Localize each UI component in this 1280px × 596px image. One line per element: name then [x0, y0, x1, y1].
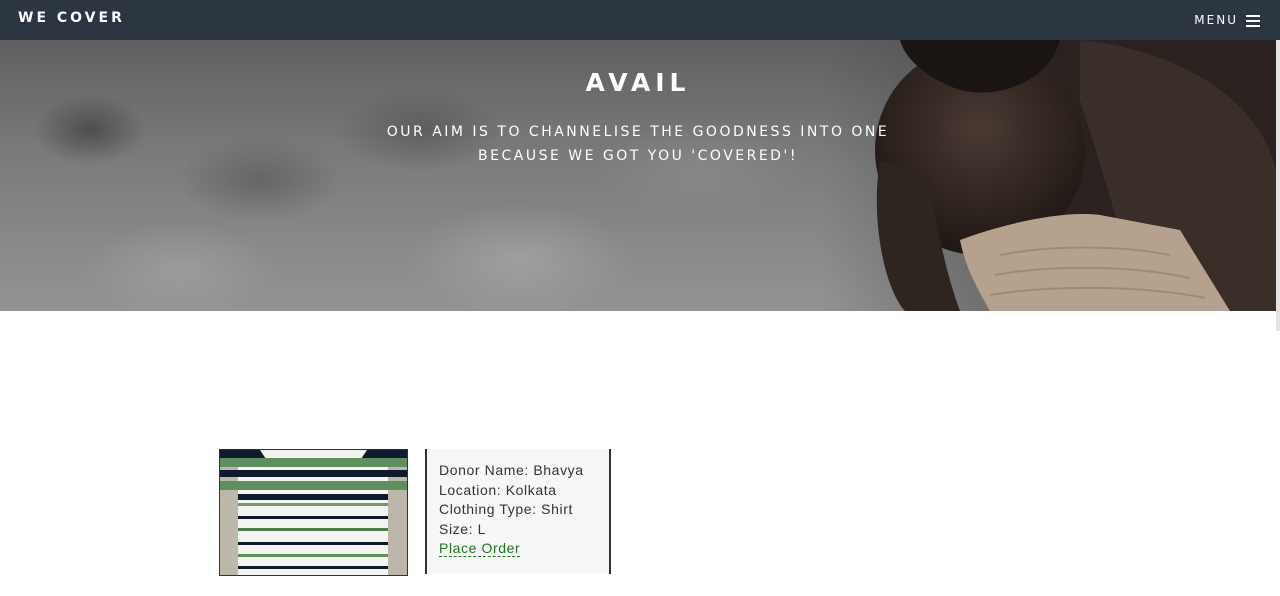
shirt-image [220, 450, 407, 575]
location-value: Kolkata [505, 481, 557, 498]
clothing-type-value: Shirt [541, 501, 573, 517]
hamburger-icon [1246, 14, 1260, 27]
donor-value: Bhavya [533, 462, 584, 478]
donor-row: Donor Name: Bhavya [439, 461, 609, 481]
hero-subtitle-line1: OUR AIM IS TO CHANNELISE THE GOODNESS IN… [386, 124, 890, 140]
listing-details: Donor Name: Bhavya Location: Kolkata Clo… [425, 449, 611, 574]
order-row: Place Order [439, 539, 609, 559]
place-order-link[interactable]: Place Order [439, 540, 521, 557]
brand-logo[interactable]: WE COVER [18, 0, 125, 40]
hero-banner: AVAIL OUR AIM IS TO CHANNELISE THE GOODN… [0, 40, 1276, 311]
hero-subtitle: OUR AIM IS TO CHANNELISE THE GOODNESS IN… [0, 120, 1276, 168]
menu-label: MENU [1194, 13, 1238, 27]
size-row: Size: L [439, 520, 609, 540]
clothing-type-row: Clothing Type: Shirt [439, 500, 609, 520]
size-label: Size: [439, 520, 474, 537]
clothing-type-label: Clothing Type: [439, 501, 537, 517]
location-label: Location: [439, 481, 502, 498]
page-scrollbar[interactable] [1276, 40, 1280, 331]
hero-subtitle-line2: BECAUSE WE GOT YOU 'COVERED'! [478, 148, 798, 164]
clothing-photo [219, 449, 408, 576]
location-row: Location: Kolkata [439, 481, 609, 501]
hero-title: AVAIL [585, 68, 691, 97]
menu-button[interactable]: MENU [1194, 0, 1260, 40]
top-navbar: WE COVER MENU [0, 0, 1280, 40]
size-value: L [477, 520, 487, 537]
donor-label: Donor Name: [439, 462, 529, 478]
